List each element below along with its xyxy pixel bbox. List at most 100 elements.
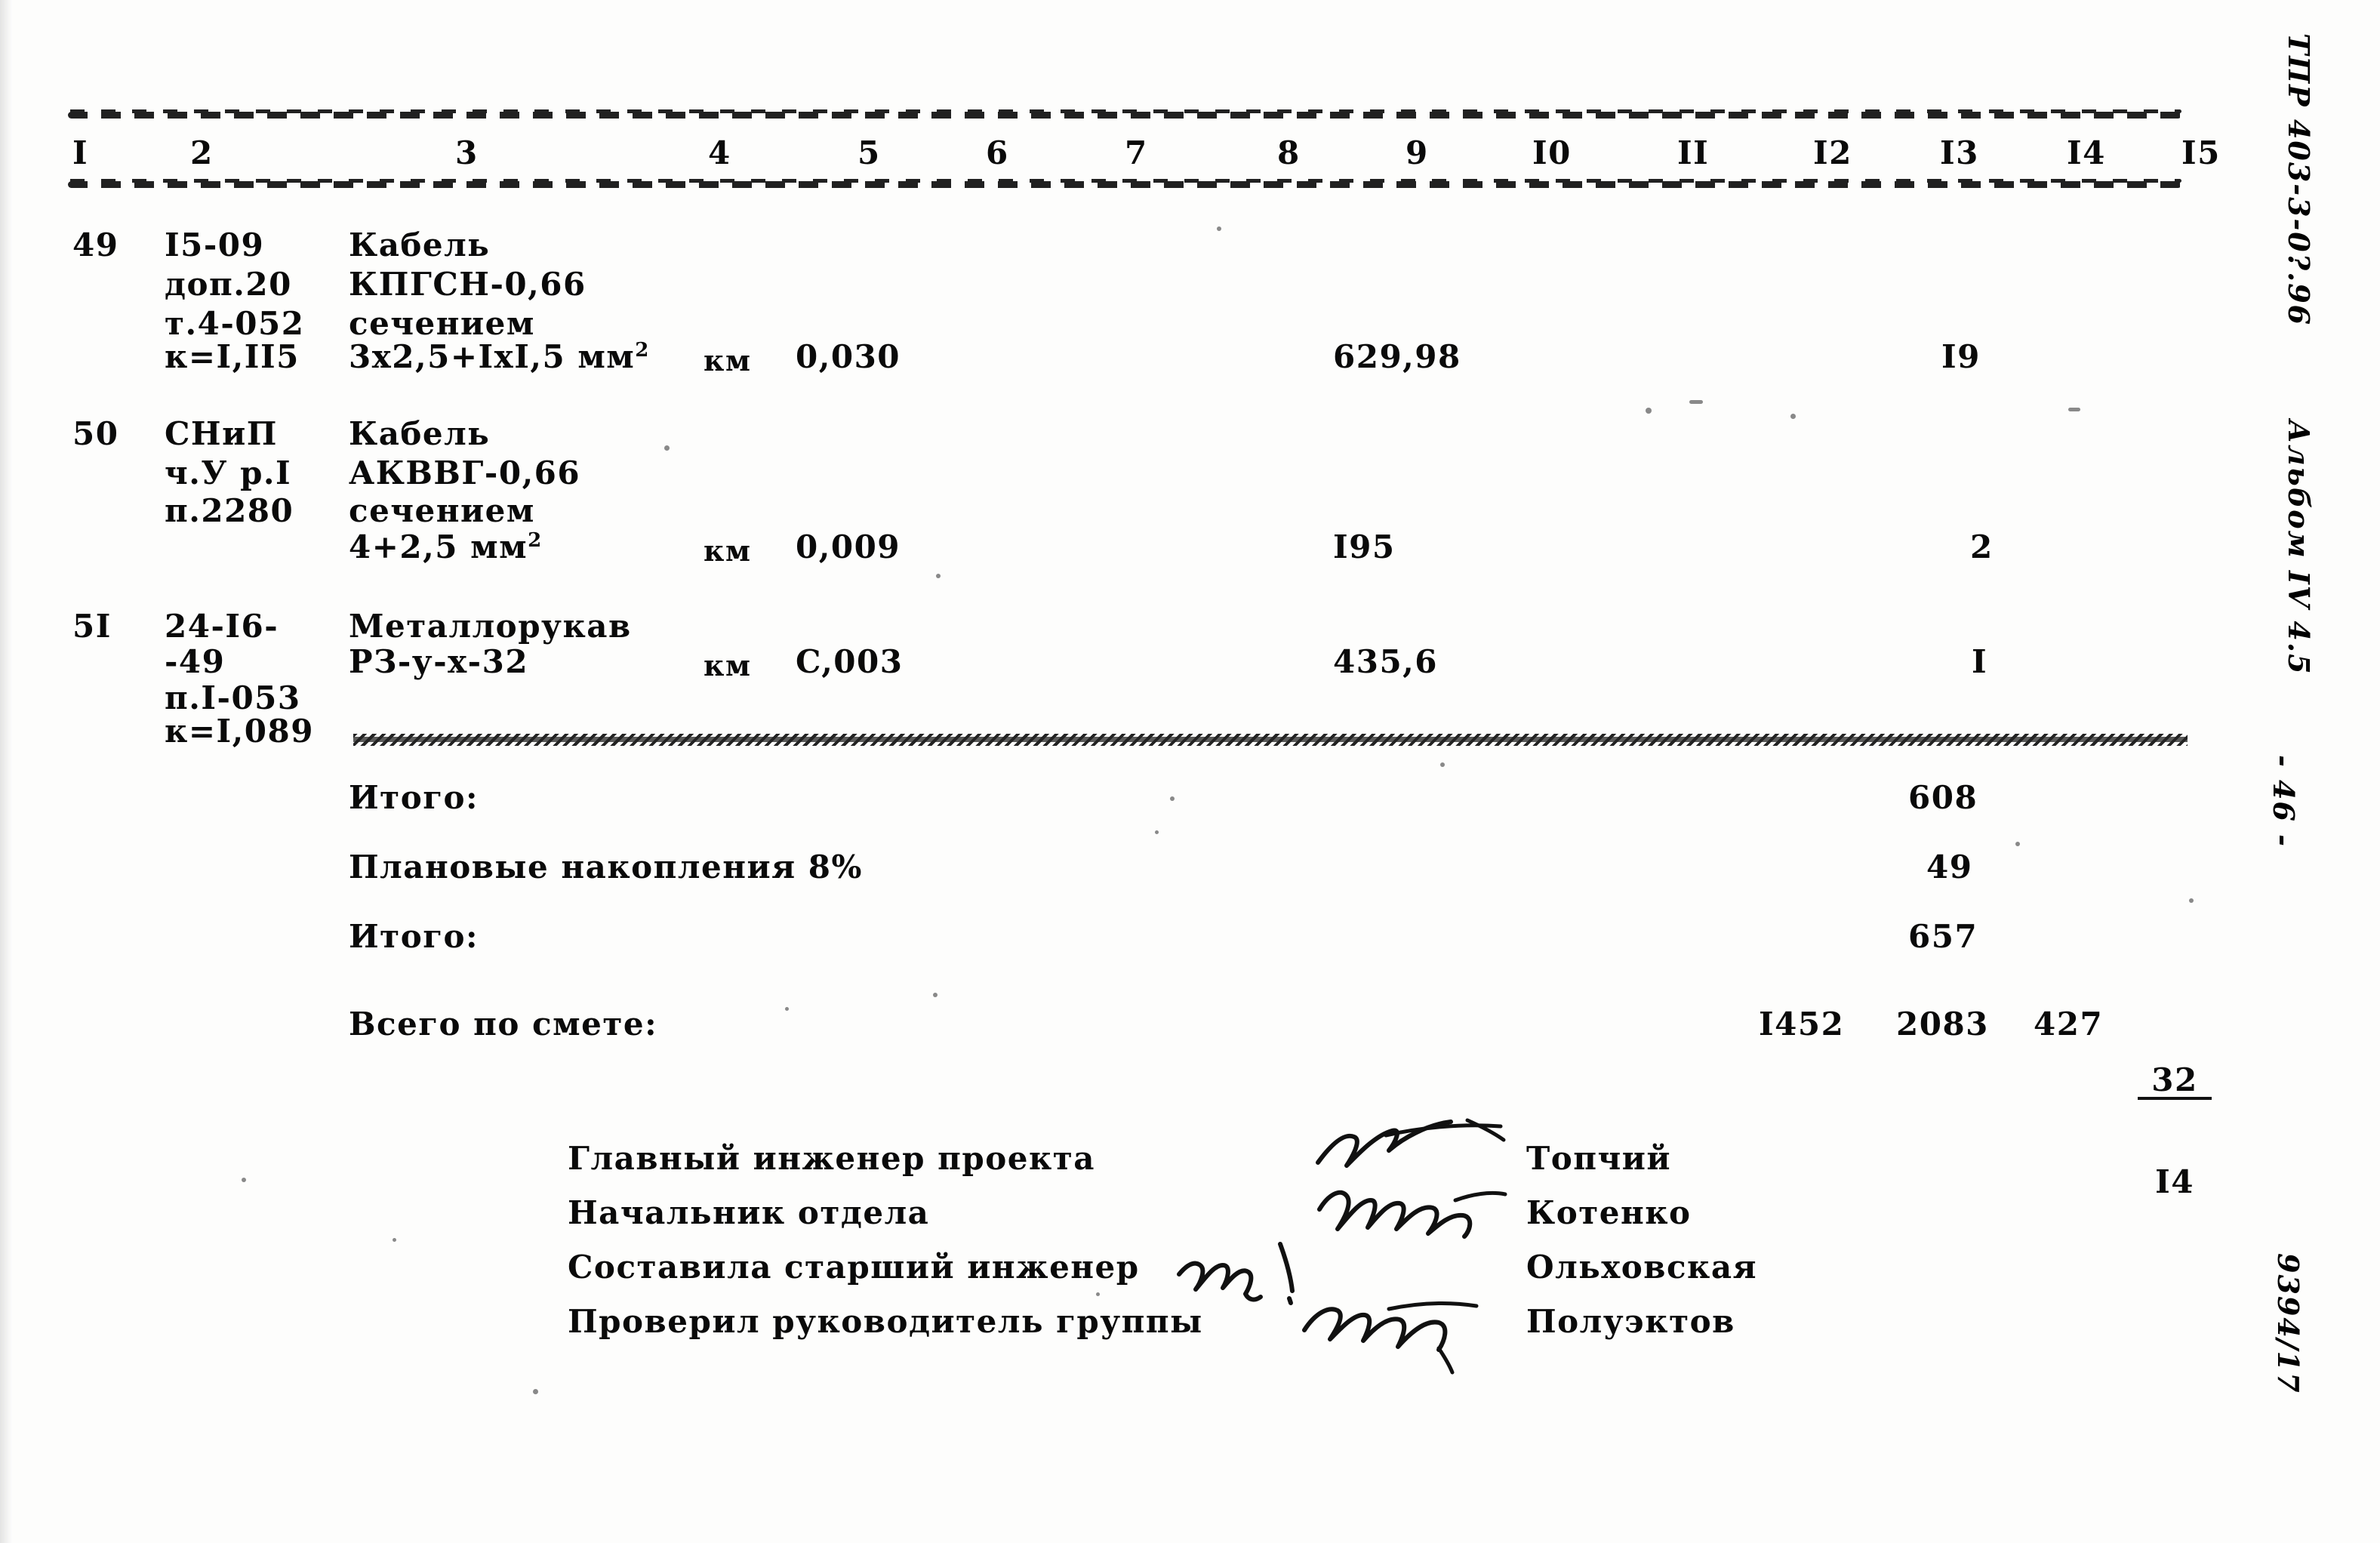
page-number: - 46 - — [2267, 755, 2301, 848]
scan-speck — [1440, 762, 1445, 767]
row-code-line: -49 — [165, 643, 226, 680]
signatory-name: Котенко — [1526, 1194, 1692, 1231]
column-header-9: 9 — [1406, 134, 1429, 171]
row-code-line: 24-I6- — [165, 608, 279, 645]
row-unit: км — [704, 648, 752, 682]
row-col13: I9 — [1941, 338, 1981, 375]
signature-title: Составила старший инженер — [568, 1249, 1140, 1286]
scan-speck — [785, 1007, 789, 1011]
grand-total-col11: I452 — [1759, 1006, 1845, 1043]
column-header-3: 3 — [455, 134, 479, 171]
scan-speck — [933, 993, 938, 997]
row-code-line: к=I,II5 — [165, 338, 300, 375]
row-number: 50 — [72, 415, 119, 452]
row-name-superscript: 2 — [528, 529, 542, 552]
signatory-name: Ольховская — [1526, 1249, 1758, 1286]
row-qty: 0,009 — [796, 528, 901, 565]
scan-speck — [936, 574, 941, 578]
row-unit: км — [704, 343, 752, 377]
row-code-line: п.2280 — [165, 492, 294, 529]
row-code-line: доп.20 — [165, 266, 292, 303]
row-code-line: т.4-052 — [165, 305, 305, 342]
scan-speck — [242, 1178, 246, 1182]
column-header-4: 4 — [708, 134, 731, 171]
total-value: 608 — [1908, 779, 1978, 816]
row-name-line: АКВВГ-0,66 — [349, 454, 581, 491]
handwritten-signature-department-head — [1315, 1175, 1519, 1247]
grand-total-label: Всего по смете: — [349, 1006, 658, 1043]
column-header-10: I0 — [1532, 134, 1572, 171]
row-name-line: сечением — [349, 305, 535, 342]
row-number: 5I — [72, 608, 112, 645]
scan-speck — [664, 445, 670, 451]
signatory-name: Топчий — [1526, 1140, 1672, 1177]
row-name-line: 3х2,5+IхI,5 мм2 — [349, 338, 648, 375]
column-header-2: 2 — [190, 134, 214, 171]
scan-speck — [2015, 842, 2020, 846]
header-rule-top — [68, 109, 2181, 119]
row-unit: км — [704, 534, 752, 568]
signatory-name: Полуэктов — [1526, 1303, 1735, 1340]
row-name-line: РЗ-у-х-32 — [349, 643, 529, 680]
signature-title: Проверил руководитель группы — [568, 1303, 1203, 1340]
totals-separator-rule — [353, 734, 2188, 746]
row-qty: 0,030 — [796, 338, 901, 375]
row-col8: 629,98 — [1333, 338, 1461, 375]
column-header-14: I4 — [2067, 134, 2106, 171]
total-value: 49 — [1926, 848, 1973, 885]
total-label: Итого: — [349, 779, 479, 816]
row-name-superscript: 2 — [635, 339, 649, 362]
row-name-line: Металлорукав — [349, 608, 632, 645]
row-name-formula: 3х2,5+IхI,5 мм — [349, 338, 636, 375]
row-name-line: КПГСН-0,66 — [349, 266, 587, 303]
row-code-line: п.I-053 — [165, 679, 301, 716]
column-header-15: I5 — [2181, 134, 2221, 171]
column-header-12: I2 — [1813, 134, 1852, 171]
scanned-document-page: I 2 3 4 5 6 7 8 9 I0 II I2 I3 I4 I5 49 I… — [0, 0, 2380, 1543]
handwritten-signature-reviewer — [1298, 1283, 1510, 1375]
column-header-7: 7 — [1125, 134, 1148, 171]
margin-code-top: ТПР 403-3-0?.96 — [2282, 33, 2316, 327]
row-code-line: СНиП — [165, 415, 278, 452]
total-label: Плановые накопления 8% — [349, 848, 863, 885]
grand-total-col13: 2083 — [1896, 1006, 1989, 1043]
row-col13: 2 — [1970, 528, 1994, 565]
row-name-line: сечением — [349, 492, 535, 529]
scan-speck — [1790, 414, 1796, 419]
column-header-8: 8 — [1277, 134, 1301, 171]
header-rule-bottom — [68, 179, 2181, 188]
scan-speck — [1646, 408, 1652, 414]
scan-edge-shadow — [0, 0, 12, 1543]
margin-album-label: Альбом IV 4.5 — [2282, 420, 2316, 676]
scan-speck — [2068, 408, 2080, 411]
row-name-line: Кабель — [349, 415, 491, 452]
scan-speck — [2189, 898, 2194, 903]
grand-total-col15-fraction: 32 I4 — [2138, 1001, 2212, 1261]
scan-speck — [1096, 1292, 1100, 1296]
scan-speck — [1170, 796, 1175, 801]
row-code-line: к=I,089 — [165, 713, 314, 750]
row-qty: C,003 — [796, 643, 904, 680]
column-header-1: I — [72, 134, 89, 171]
row-name-line: 4+2,5 мм2 — [349, 528, 541, 565]
signature-title: Главный инженер проекта — [568, 1140, 1096, 1177]
signature-title: Начальник отдела — [568, 1194, 930, 1231]
handwritten-signature-chief-engineer — [1313, 1116, 1525, 1184]
row-number: 49 — [72, 226, 119, 263]
grand-total-col14: 427 — [2034, 1006, 2104, 1043]
total-label: Итого: — [349, 918, 479, 955]
row-code-line: I5-09 — [165, 226, 265, 263]
scan-speck — [393, 1238, 396, 1242]
row-col8: I95 — [1333, 528, 1396, 565]
row-name-formula: 4+2,5 мм — [349, 528, 528, 565]
scan-speck — [1217, 226, 1221, 231]
row-col8: 435,6 — [1333, 643, 1439, 680]
column-header-6: 6 — [986, 134, 1009, 171]
scan-speck — [1155, 830, 1159, 834]
total-value: 657 — [1908, 918, 1978, 955]
row-code-line: ч.У р.I — [165, 454, 292, 491]
column-header-5: 5 — [857, 134, 881, 171]
scan-speck — [533, 1389, 538, 1394]
scan-speck — [1689, 400, 1703, 404]
fraction-denominator: I4 — [2155, 1163, 2194, 1200]
